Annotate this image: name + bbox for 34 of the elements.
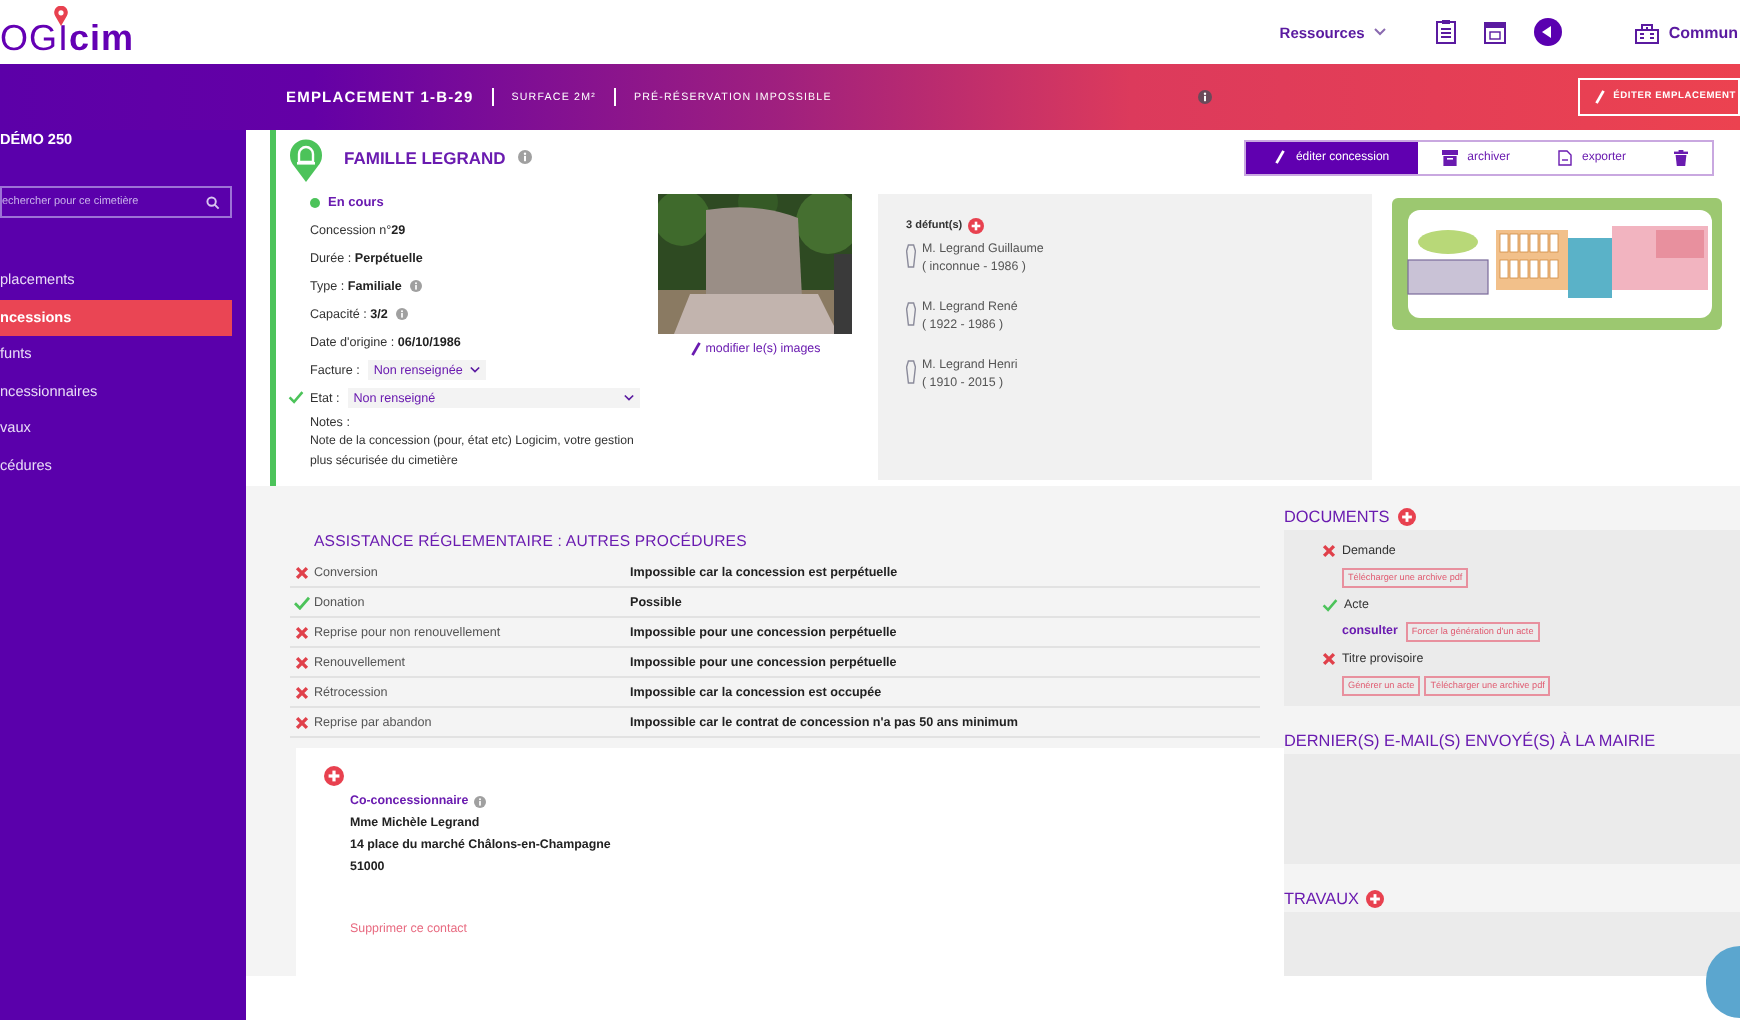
pencil-icon <box>689 342 702 356</box>
info-icon <box>474 795 487 807</box>
pencil-icon <box>1593 90 1606 104</box>
help-button[interactable] <box>1706 946 1740 1018</box>
coffin-icon <box>906 360 916 384</box>
coffin-icon <box>906 302 916 326</box>
bell-pin-icon <box>290 138 322 182</box>
add-icon[interactable] <box>1366 889 1385 907</box>
concession-title: FAMILLE LEGRAND <box>344 147 506 167</box>
section-title: TRAVAUX <box>1284 889 1359 907</box>
pencil-icon <box>1273 150 1286 164</box>
building-icon <box>1634 21 1661 43</box>
status-dot <box>310 197 320 207</box>
trash-icon <box>1674 149 1688 165</box>
caret-icon <box>624 394 634 402</box>
section-title: DERNIER(S) E-MAIL(S) ENVOYÉ(S) À LA MAIRIE <box>1284 731 1656 749</box>
pin-icon <box>54 6 68 26</box>
calendar-icon[interactable] <box>1484 20 1507 44</box>
add-icon[interactable] <box>1397 507 1416 525</box>
caret-icon <box>1374 28 1387 36</box>
info-icon <box>1197 90 1212 104</box>
add-icon[interactable] <box>968 218 985 234</box>
caret-icon <box>470 366 481 374</box>
logo[interactable]: OGIcim <box>0 18 135 58</box>
coffin-icon <box>906 244 916 268</box>
commune-link[interactable]: Commun <box>1634 21 1738 43</box>
archive-icon <box>1441 149 1458 165</box>
section-title: DOCUMENTS <box>1284 507 1390 525</box>
back-icon[interactable] <box>1534 18 1563 46</box>
document-icon <box>1557 149 1572 165</box>
search-icon[interactable] <box>206 195 220 209</box>
info-icon <box>517 150 532 164</box>
add-icon[interactable] <box>324 766 344 786</box>
clipboard-icon[interactable] <box>1436 20 1457 44</box>
